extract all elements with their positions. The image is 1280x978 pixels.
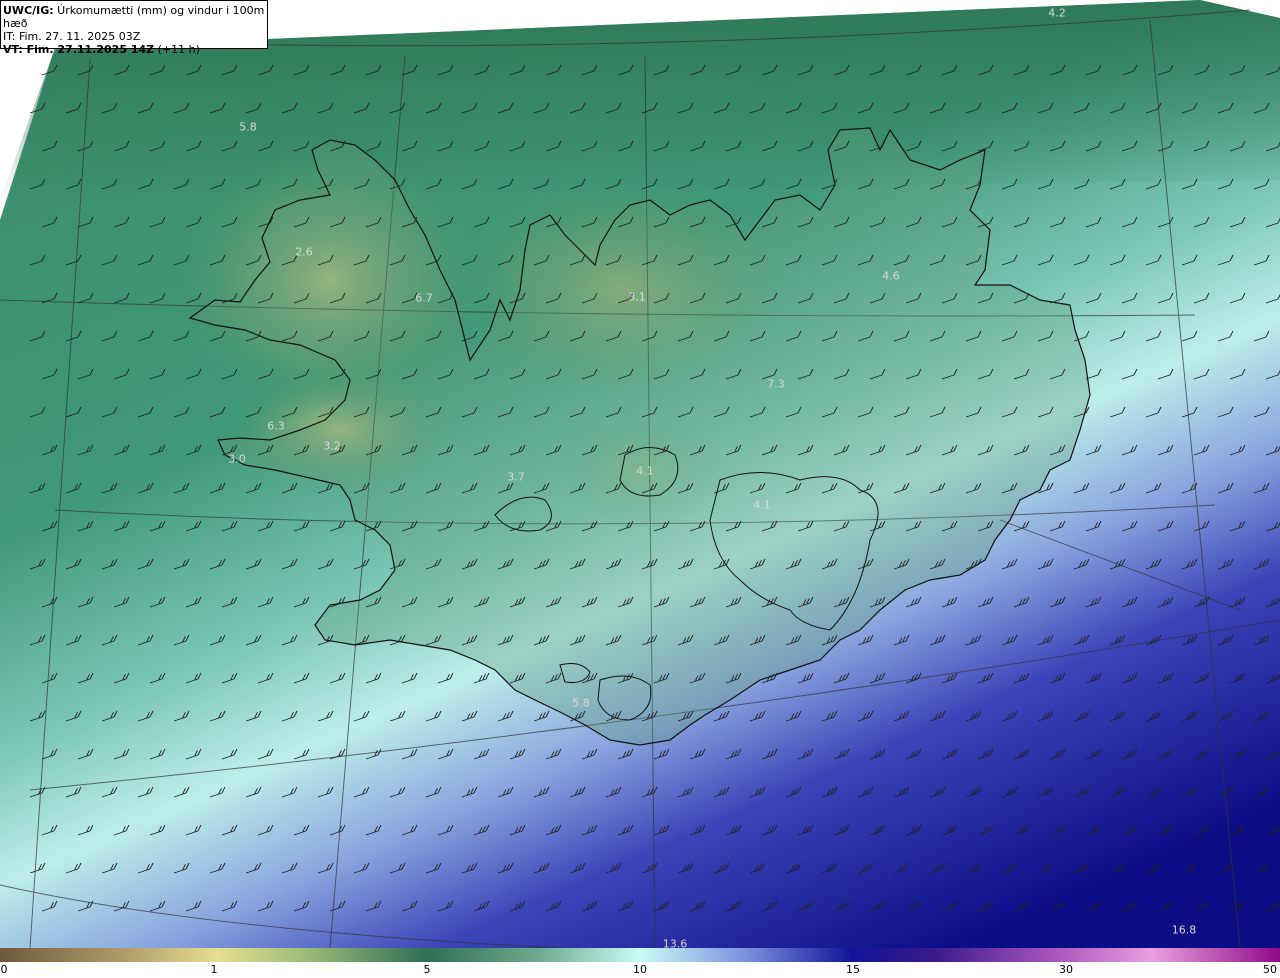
map-value-label: 3.7 <box>507 470 525 484</box>
colorbar-tick: 10 <box>633 963 647 976</box>
map-value-label: 6.3 <box>267 419 285 433</box>
colorbar-tick: 0 <box>0 963 8 976</box>
header-lead-time: (+11 h) <box>154 43 200 56</box>
header-line-3: VT: Fim. 27.11.2025 14Z (+11 h) <box>3 43 265 56</box>
map-value-label: 4.1 <box>636 464 654 478</box>
map-value-label: 7.3 <box>767 377 785 391</box>
colorbar-tick: 15 <box>846 963 860 976</box>
map-value-label: 3.0 <box>228 452 246 466</box>
header-line-1: UWC/IG: Úrkomumætti (mm) og vindur i 100… <box>3 4 265 30</box>
header-model-code: UWC/IG: <box>3 4 54 17</box>
map-value-label: 6.7 <box>415 291 433 305</box>
colorbar-tick: 5 <box>423 963 431 976</box>
map-value-label: 4.2 <box>1048 6 1066 20</box>
map-value-label: 3.1 <box>628 290 646 304</box>
map-value-label: 3.2 <box>323 439 341 453</box>
chart-header: UWC/IG: Úrkomumætti (mm) og vindur i 100… <box>0 0 268 56</box>
colorbar-tick: 1 <box>210 963 218 976</box>
colorbar-ticks: 0 1 5 10 15 30 50 <box>0 962 1280 978</box>
map-value-label: 4.1 <box>753 498 771 512</box>
map-value-label: 2.6 <box>295 245 313 259</box>
map-value-label: 4.6 <box>882 269 900 283</box>
map-value-label: 5.8 <box>572 696 590 710</box>
map-value-label: 16.8 <box>1171 923 1197 937</box>
colorbar-tick: 30 <box>1059 963 1073 976</box>
map-value-label: 5.8 <box>239 120 257 134</box>
header-valid-time: VT: Fim. 27.11.2025 14Z <box>3 43 155 56</box>
colorbar <box>0 948 1280 962</box>
header-line-2: IT: Fim. 27. 11. 2025 03Z <box>3 30 141 43</box>
colorbar-tick: 50 <box>1263 963 1277 976</box>
